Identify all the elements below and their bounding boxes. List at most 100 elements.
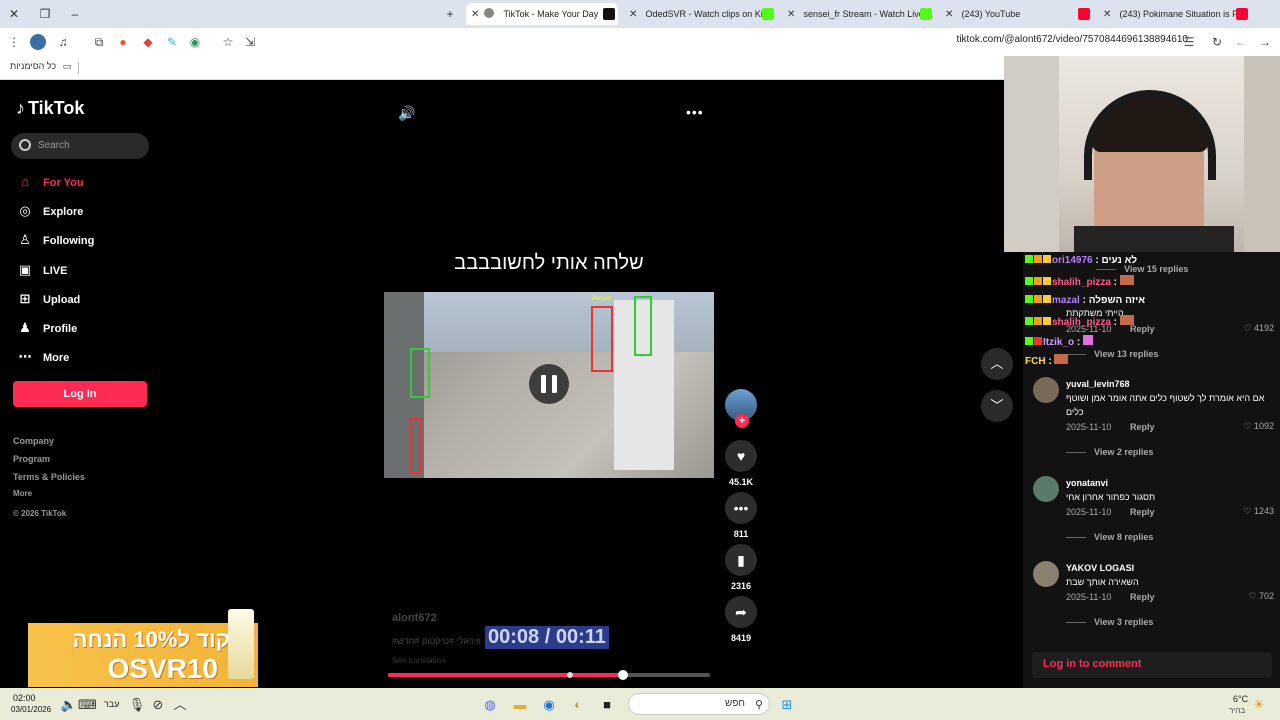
see-translation-link[interactable]: See translation (392, 656, 445, 665)
chevron-up-icon[interactable]: ︿ (171, 696, 189, 714)
tab-label: (243) YouTube (961, 9, 1021, 19)
share-button[interactable]: ➦ (725, 596, 757, 628)
comment-username[interactable]: YAKOV LOGASI (1066, 563, 1134, 573)
view-replies-button[interactable]: View 13 replies (1066, 349, 1158, 359)
comment-username[interactable]: yonatanvi (1066, 478, 1108, 488)
media-control-icon[interactable]: ♫ (55, 34, 71, 50)
comment-like[interactable]: ♡ 1092 (1243, 421, 1274, 432)
tab-strip: ✕ ❐ – + ✕ TikTok - Make Your Day ✕ OdedS… (0, 0, 1280, 28)
previous-video-button[interactable]: ︿ (981, 348, 1013, 380)
comment-username[interactable]: yuval_levin768 (1066, 379, 1130, 389)
sidebar-item-more[interactable]: ⋯ More (16, 349, 70, 367)
footer-link-program[interactable]: Program (13, 454, 50, 464)
close-tab-icon[interactable]: ✕ (945, 4, 957, 25)
file-explorer-icon[interactable]: ▬ (511, 696, 529, 714)
wifi-off-icon[interactable]: ⊘ (149, 696, 167, 714)
divider (78, 62, 79, 74)
video-progress-bar[interactable] (388, 670, 710, 680)
clock-date[interactable]: 03/01/2026 (11, 705, 51, 714)
sidebar-item-upload[interactable]: ⊞ Upload (16, 291, 81, 309)
microphone-icon[interactable]: 🎙 (128, 696, 146, 714)
comment-like[interactable]: ♡ 1243 (1243, 506, 1274, 517)
restore-window-icon[interactable]: ❐ (36, 5, 54, 23)
avatar[interactable] (1033, 561, 1059, 587)
new-tab-icon[interactable]: + (441, 5, 459, 23)
network-icon[interactable]: ⌨ (78, 696, 97, 714)
avatar[interactable] (1033, 476, 1059, 502)
login-to-comment-button[interactable]: Log in to comment (1032, 652, 1272, 678)
sidebar-item-for-you[interactable]: ⌂ For You (16, 174, 83, 192)
discord-icon[interactable]: ◍ (481, 696, 499, 714)
pause-button[interactable] (529, 364, 569, 404)
obs-icon[interactable]: ■ (598, 696, 616, 714)
close-tab-icon[interactable]: ✕ (629, 4, 641, 25)
address-bar[interactable]: tiktok.com/@alont672/video/7570844696138… (957, 34, 1188, 45)
tiktok-logo[interactable]: ♪ TikTok (16, 98, 84, 119)
tab-youtube[interactable]: ✕ (243) YouTube (940, 3, 1090, 25)
volume-icon[interactable]: 🔊 (398, 105, 415, 122)
close-tab-icon[interactable]: ✕ (471, 4, 483, 25)
reply-button[interactable]: Reply (1130, 422, 1155, 432)
sidebar-item-live[interactable]: ▣ LIVE (16, 262, 68, 280)
follow-plus-icon[interactable]: + (735, 414, 749, 428)
more-options-icon[interactable]: ••• (686, 104, 704, 120)
language-indicator[interactable]: עבר (104, 699, 119, 709)
minimize-window-icon[interactable]: – (66, 5, 84, 23)
extension-grammar-icon[interactable]: ◉ (187, 34, 203, 50)
chat-separator: : (1079, 295, 1089, 306)
close-tab-icon[interactable]: ✕ (1103, 4, 1115, 25)
login-button[interactable]: Log In (13, 381, 147, 407)
back-icon[interactable]: → (1257, 34, 1273, 50)
sidebar-item-profile[interactable]: ♟ Profile (16, 320, 77, 338)
speaker-icon[interactable]: 🔈 (60, 696, 78, 714)
tab-kick-odedsvr[interactable]: ✕ OdedSVR - Watch clips on Kick (624, 3, 774, 25)
tab-youtube-pokimane[interactable]: ✕ (243) Pokimane Situation is Pat (1098, 3, 1258, 25)
comment-like[interactable]: ♡ 702 (1248, 591, 1274, 602)
footer-link-terms[interactable]: Terms & Policies (13, 472, 85, 482)
profile-avatar-icon[interactable] (30, 34, 46, 50)
sidebar-item-following[interactable]: ♙ Following (16, 232, 94, 250)
sidebar-item-explore[interactable]: ◎ Explore (16, 203, 83, 221)
next-video-button[interactable]: ﹀ (981, 390, 1013, 422)
extension-translate-icon[interactable]: ✎ (164, 34, 180, 50)
close-window-icon[interactable]: ✕ (5, 5, 23, 23)
footer-more[interactable]: More (13, 489, 32, 498)
view-replies-button[interactable]: View 2 replies (1066, 447, 1153, 457)
windows-start-icon[interactable]: ⊞ (778, 696, 796, 714)
clock-time[interactable]: 02:00 (13, 693, 36, 703)
weather-status[interactable]: בהיר (1229, 706, 1245, 715)
chrome-icon[interactable]: ◉ (540, 696, 558, 714)
comment-button[interactable]: ••• (725, 492, 757, 524)
extensions-icon[interactable]: ⧉ (91, 34, 107, 50)
footer-link-company[interactable]: Company (13, 436, 54, 446)
forward-icon[interactable]: ← (1233, 34, 1249, 50)
comment-text: השאירה אותך שבת (1066, 577, 1139, 587)
extension-shield-icon[interactable]: ◆ (140, 34, 156, 50)
bookmark-star-icon[interactable]: ☆ (220, 34, 236, 50)
app-icon[interactable]: ◐ (569, 696, 587, 714)
search-input[interactable]: Search (11, 133, 149, 159)
reply-button[interactable]: Reply (1130, 507, 1155, 517)
taskbar-search-input[interactable]: חפש ⚲ (628, 693, 770, 715)
close-tab-icon[interactable]: ✕ (787, 4, 799, 25)
progress-knob[interactable] (618, 670, 629, 680)
chat-username: shalih_pizza (1052, 317, 1111, 328)
install-app-icon[interactable]: ⇲ (242, 34, 258, 50)
reload-icon[interactable]: ↻ (1209, 34, 1225, 50)
tab-kick-sensei[interactable]: ✕ sensei_fr Stream - Watch Live o (782, 3, 932, 25)
extension-fox-icon[interactable]: ● (115, 34, 131, 50)
menu-dots-icon[interactable]: ⋮ (6, 34, 22, 50)
tab-tiktok[interactable]: ✕ TikTok - Make Your Day (466, 3, 618, 25)
view-replies-button[interactable]: View 8 replies (1066, 532, 1153, 542)
crown-badge-icon (1043, 277, 1051, 285)
avatar[interactable] (1033, 377, 1059, 403)
weather-temp[interactable]: 6°C (1233, 694, 1248, 704)
video-author[interactable]: alont672 (392, 612, 437, 624)
all-bookmarks-button[interactable]: כל הסימניות ▭ (10, 61, 71, 72)
reply-button[interactable]: Reply (1130, 592, 1155, 602)
like-button[interactable]: ♥ (725, 440, 757, 472)
save-button[interactable]: ▮ (725, 544, 757, 576)
comment-like[interactable]: ♡ 4192 (1243, 323, 1274, 334)
site-settings-icon[interactable]: ☰ (1181, 34, 1197, 50)
view-replies-button[interactable]: View 3 replies (1066, 617, 1153, 627)
